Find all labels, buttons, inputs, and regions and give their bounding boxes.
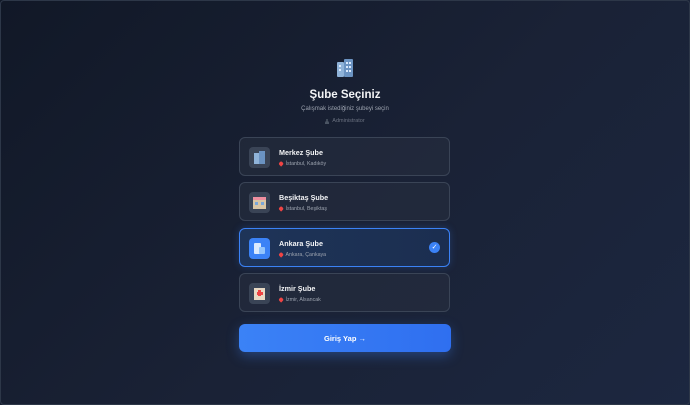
user-role-label: Administrator <box>332 118 365 124</box>
office-building-icon <box>249 147 270 168</box>
office-building-icon <box>336 58 354 78</box>
page-title: Şube Seçiniz <box>309 89 381 101</box>
pin-icon <box>278 252 284 258</box>
branch-option-ankara[interactable]: Ankara Şube Ankara, Çankaya ✓ <box>239 228 450 267</box>
branch-location-text: İzmir, Alsancak <box>285 297 321 303</box>
branch-option-izmir[interactable]: İzmir Şube İzmir, Alsancak <box>239 273 450 312</box>
branch-name: Merkez Şube <box>279 148 323 157</box>
header: Şube Seçiniz Çalışmak istediğiniz şubeyi… <box>0 58 690 124</box>
user-role: Administrator <box>0 118 690 124</box>
check-icon: ✓ <box>429 242 440 253</box>
branch-option-merkez[interactable]: Merkez Şube İstanbul, Kadıköy <box>239 137 450 176</box>
branch-location: İzmir, Alsancak <box>278 297 321 303</box>
branch-location: İstanbul, Kadıköy <box>278 161 327 167</box>
branch-name: Beşiktaş Şube <box>279 193 329 202</box>
branch-name: İzmir Şube <box>279 284 316 293</box>
branch-location-text: Ankara, Çankaya <box>285 252 327 258</box>
branch-option-besiktas[interactable]: Beşiktaş Şube İstanbul, Beşiktaş <box>239 182 450 221</box>
pin-icon <box>278 206 284 212</box>
branch-location: Ankara, Çankaya <box>278 252 327 258</box>
department-store-icon <box>249 192 270 213</box>
user-icon <box>325 118 330 124</box>
city-buildings-icon <box>249 238 270 259</box>
hospital-building-icon <box>249 283 270 304</box>
branch-location-text: İstanbul, Beşiktaş <box>285 206 328 212</box>
login-button[interactable]: Giriş Yap → <box>239 324 451 352</box>
branch-name: Ankara Şube <box>279 239 323 248</box>
branch-location: İstanbul, Beşiktaş <box>278 206 328 212</box>
pin-icon <box>278 297 284 303</box>
branch-location-text: İstanbul, Kadıköy <box>285 161 327 167</box>
page-subtitle: Çalışmak istediğiniz şubeyi seçin <box>301 106 389 112</box>
pin-icon <box>278 161 284 167</box>
